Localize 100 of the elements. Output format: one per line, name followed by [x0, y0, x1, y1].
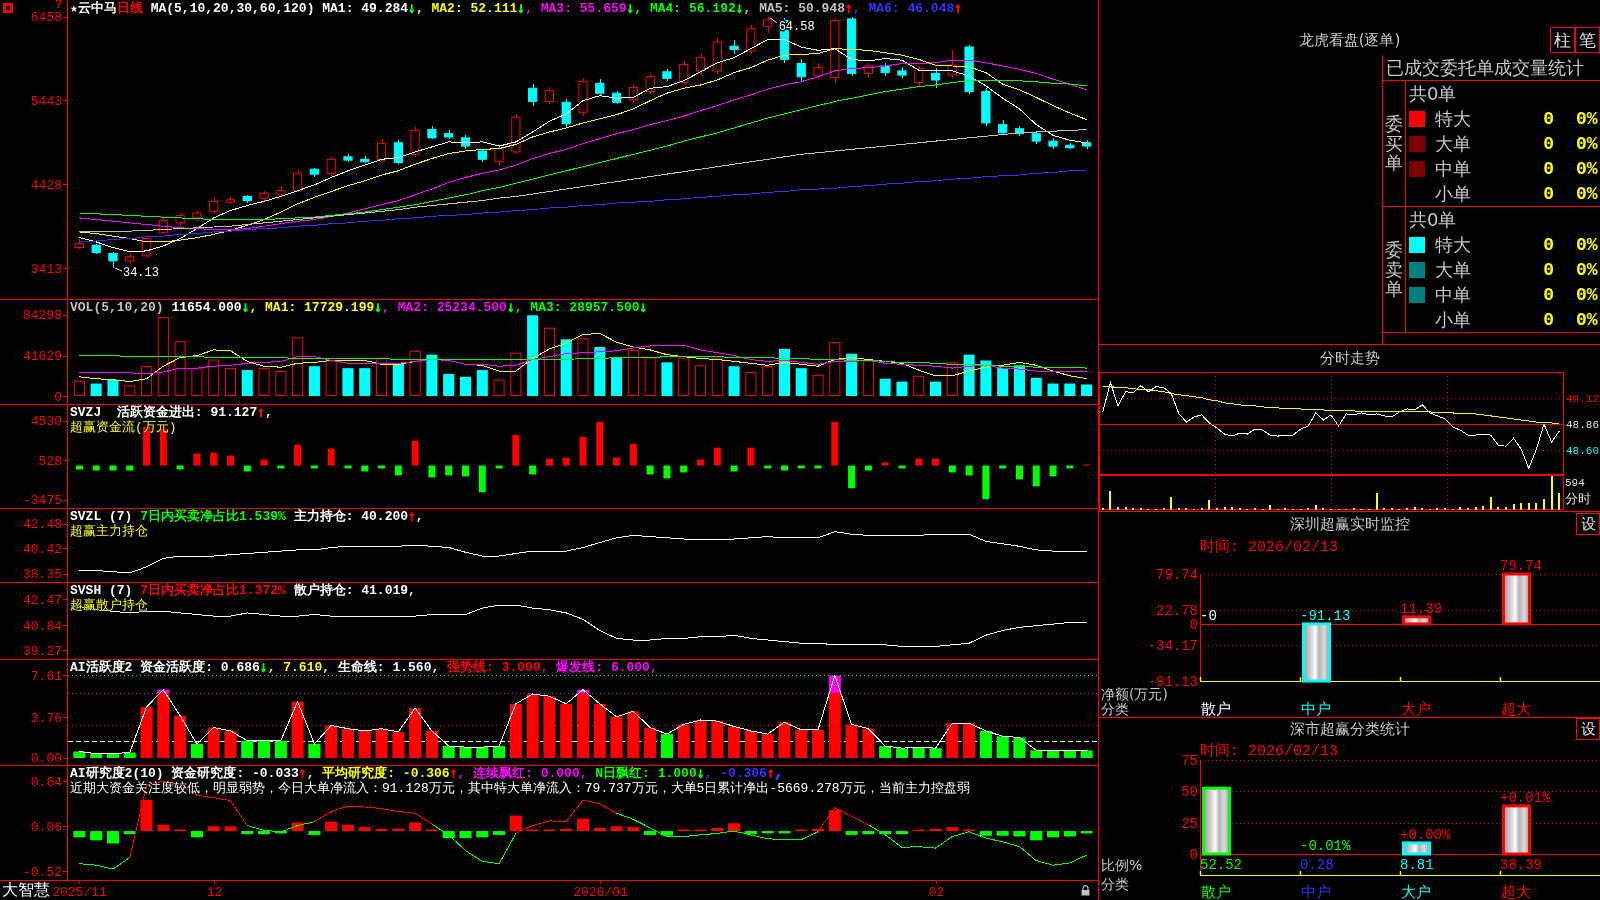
candle — [158, 214, 168, 235]
order-count: 0 — [1542, 309, 1555, 330]
candle — [528, 83, 538, 107]
order-share: 0% — [1576, 309, 1599, 330]
date-label: 02 — [928, 885, 945, 900]
order-share: 0% — [1576, 259, 1599, 280]
candle — [326, 156, 336, 177]
settings-button[interactable]: 设 — [1576, 718, 1600, 740]
candle — [897, 66, 907, 79]
candle — [444, 129, 454, 140]
group-label: 委卖单 — [1385, 239, 1403, 300]
order-share: 0% — [1576, 108, 1599, 129]
panel-title: 深圳超赢实时监控 — [1289, 514, 1410, 534]
lock-icon — [1081, 885, 1090, 896]
brand-name: 大智慧 — [2, 880, 50, 900]
axis-label: 22.78 — [1156, 602, 1198, 619]
value-label: -91.13 — [1300, 607, 1351, 624]
axis-label: -3475 — [23, 493, 62, 508]
candle — [1082, 139, 1092, 150]
order-share: 0% — [1576, 158, 1599, 179]
axis-label: 48.60 — [1566, 445, 1599, 458]
change-label: +0.01% — [1500, 789, 1551, 806]
candle — [360, 155, 370, 164]
order-size-label: 特大 — [1434, 106, 1472, 131]
candle — [964, 44, 974, 95]
candle — [695, 53, 706, 75]
order-size-label: 大单 — [1434, 257, 1472, 282]
order-size-label: 小单 — [1434, 181, 1472, 206]
axis-label: 84298 — [23, 308, 62, 324]
candle — [645, 73, 655, 95]
order-count: 0 — [1542, 284, 1555, 305]
axis-label: 3413 — [30, 261, 62, 277]
candle — [595, 78, 605, 97]
candle — [141, 236, 152, 259]
indicator-subtitle: 超赢主力持仓 — [70, 524, 148, 539]
candle — [981, 87, 991, 127]
group-label: 委买单 — [1385, 113, 1403, 174]
panel-title: 龙虎看盘(逐单) — [1298, 30, 1401, 50]
axis-label: 48.86 — [1566, 419, 1599, 431]
candle — [209, 197, 219, 215]
candle — [561, 98, 571, 128]
axis-label: 0 — [1189, 616, 1198, 633]
candle — [460, 134, 471, 150]
axis-label: 50 — [1181, 784, 1198, 801]
category-label: 超大 — [1501, 883, 1531, 900]
candle — [662, 68, 672, 82]
axis-label: 7.61 — [30, 668, 62, 684]
date-label: 2025/11 — [52, 885, 107, 900]
axis-title: 分类 — [1101, 876, 1129, 892]
candle — [376, 138, 387, 163]
value-label: 0.28 — [1300, 857, 1334, 873]
value-label: 11.39 — [1400, 600, 1442, 617]
indicator-subtitle: 超赢资金流(万元) — [70, 420, 177, 435]
settings-button[interactable]: 设 — [1576, 513, 1600, 535]
candle — [846, 16, 857, 77]
axis-label: 41629 — [23, 349, 62, 365]
order-size-label: 中单 — [1434, 282, 1472, 307]
order-share: 0% — [1576, 183, 1599, 204]
value-label: 52.52 — [1200, 857, 1242, 873]
axis-label: 0 — [1189, 847, 1198, 863]
table-title: 已成交委托单成交量统计 — [1383, 55, 1600, 81]
candle — [477, 148, 487, 163]
time-label: 时间: 2026/02/13 — [1200, 539, 1339, 556]
candle — [813, 63, 823, 80]
candle — [74, 238, 84, 250]
candle — [998, 120, 1008, 136]
candle — [930, 67, 941, 89]
axis-title: 净额(万元) — [1101, 686, 1168, 702]
candle — [947, 49, 957, 79]
axis-label: 79.74 — [1156, 567, 1198, 583]
axis-label: 4530 — [30, 414, 62, 430]
axis-label: 38.35 — [23, 567, 62, 582]
axis-label: 49.12 — [1566, 392, 1599, 405]
candle — [796, 58, 806, 82]
mode-button[interactable]: 笔 — [1575, 27, 1600, 53]
candle — [276, 186, 286, 197]
square-icon — [3, 3, 13, 13]
category-label: 散户 — [1201, 883, 1231, 900]
order-count: 0 — [1542, 183, 1555, 204]
candle — [192, 210, 202, 222]
axis-label: 42.47 — [23, 592, 62, 608]
panel-title: 分时走势 — [1319, 349, 1380, 368]
axis-label: 5443 — [30, 93, 62, 109]
time-label: 时间: 2026/02/13 — [1200, 743, 1339, 760]
candle — [309, 167, 320, 178]
candle — [1014, 125, 1025, 137]
order-share: 0% — [1576, 133, 1599, 154]
axis-label: 0.64 — [30, 774, 62, 790]
axis-label: -34.17 — [1147, 638, 1198, 655]
peak-volume-label: 594 — [1565, 477, 1585, 490]
category-label: 大户 — [1401, 883, 1431, 900]
axis-label: 3.76 — [30, 710, 62, 726]
candle — [863, 62, 873, 78]
candle — [410, 126, 420, 158]
indicator-legend: SVZJ 活跃资金进出: 91.127↑, — [70, 405, 273, 420]
mode-button[interactable]: 柱 — [1550, 27, 1575, 53]
axis-title: 比例% — [1101, 857, 1143, 873]
value-label: -0 — [1200, 607, 1217, 624]
date-label: 2026/01 — [573, 885, 628, 900]
candle — [914, 65, 924, 87]
